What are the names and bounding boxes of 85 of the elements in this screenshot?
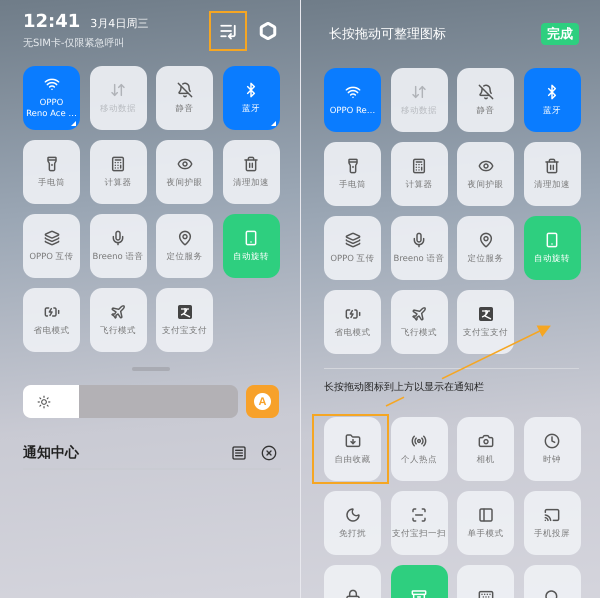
sun-icon — [37, 394, 51, 408]
microphone-icon — [110, 230, 126, 246]
eye-icon — [478, 158, 494, 174]
corner-mark — [270, 121, 276, 126]
quick-tile[interactable]: 静音 — [156, 66, 213, 130]
quick-tile[interactable]: 个人热点 — [390, 417, 448, 481]
quick-tile[interactable]: 相机 — [457, 417, 514, 481]
sort-icon — [219, 22, 237, 40]
location-pin-icon — [478, 232, 494, 248]
airplane-icon — [110, 304, 126, 320]
clock-icon — [544, 432, 560, 448]
quick-tile[interactable]: 蓝牙 — [524, 68, 580, 132]
auto-brightness-button[interactable]: A — [246, 385, 279, 418]
sort-button[interactable] — [209, 11, 247, 51]
quick-tile[interactable]: 免打扰 — [324, 491, 381, 555]
date-text: 3月4日周三 — [90, 16, 148, 30]
hotspot-icon — [411, 432, 427, 448]
one-hand-icon — [478, 506, 494, 522]
quick-tile[interactable]: 省电模式 — [324, 290, 381, 354]
quick-tile[interactable]: 支付宝扫一扫 — [390, 491, 448, 555]
quick-tile[interactable]: 定位服务 — [457, 216, 514, 280]
wifi-icon — [44, 76, 60, 92]
quick-tile[interactable]: 夜间护眼 — [457, 142, 514, 206]
quick-tile[interactable]: 自动旋转 — [222, 214, 280, 278]
quick-tile[interactable]: 飞行模式 — [90, 288, 146, 352]
quick-tile[interactable]: 清理加速 — [222, 140, 280, 204]
phone-icon — [544, 232, 560, 248]
calculator-icon — [110, 156, 126, 172]
layers-icon — [344, 232, 360, 248]
location-pin-icon — [176, 230, 192, 246]
quick-tile[interactable]: 计算器 — [390, 142, 448, 206]
quick-tile[interactable]: Breeno 语音 — [390, 216, 448, 280]
quick-tile[interactable]: OPPO 互传 — [324, 216, 381, 280]
quick-tile[interactable]: 夜间护眼 — [156, 140, 213, 204]
quick-tile[interactable]: 自动旋转 — [524, 216, 580, 280]
settings-icon — [259, 22, 277, 40]
quick-tile[interactable]: 清理加速 — [524, 142, 580, 206]
quick-tile[interactable]: Breeno 语音 — [90, 214, 146, 278]
quick-tile[interactable]: 单手模式 — [457, 491, 514, 555]
quick-tile[interactable]: 手电筒 — [324, 142, 381, 206]
done-button[interactable]: 完成 — [541, 23, 579, 45]
close-icon[interactable] — [261, 445, 277, 461]
quick-tile[interactable]: 飞行模式 — [390, 290, 448, 354]
bell-off-icon — [478, 84, 494, 100]
phone-icon — [243, 230, 259, 246]
trash-icon — [243, 156, 259, 172]
layers-icon — [44, 230, 60, 246]
brightness-slider[interactable] — [23, 385, 238, 418]
quick-tile[interactable]: 蓝牙 — [222, 66, 280, 130]
manage-icon[interactable] — [231, 445, 247, 461]
pay-icon — [176, 304, 192, 320]
quick-tile[interactable]: OPPO Re… — [324, 68, 381, 132]
scan-icon — [411, 506, 427, 522]
hint-text: 长按拖动图标到上方以显示在通知栏 — [324, 380, 485, 395]
quick-tile[interactable]: 定位服务 — [156, 214, 213, 278]
bell-off-icon — [176, 82, 192, 98]
cast-icon — [544, 506, 560, 522]
quick-tile[interactable]: 手电筒 — [23, 140, 80, 204]
folder-icon — [344, 432, 360, 448]
quick-tile[interactable]: 省电模式 — [23, 288, 80, 352]
calculator-icon — [411, 158, 427, 174]
quick-tile[interactable]: 自由收藏 — [324, 417, 381, 481]
pay-icon — [478, 306, 494, 322]
quick-tile[interactable]: 支付宝支付 — [457, 290, 514, 354]
airplane-icon — [411, 306, 427, 322]
quick-tile[interactable]: OPPO 互传 — [23, 214, 80, 278]
quick-tile[interactable]: 手机投屏 — [524, 491, 580, 555]
edit-title: 长按拖动可整理图标 — [329, 26, 446, 43]
quick-tile[interactable]: 时钟 — [524, 417, 580, 481]
corner-mark — [71, 121, 76, 126]
moon-icon — [344, 506, 360, 522]
quick-tile[interactable]: 静音 — [457, 68, 514, 132]
up-down-arrows-icon — [411, 84, 427, 100]
quick-tile[interactable]: OPPO Reno Ace … — [23, 66, 80, 130]
eye-icon — [176, 156, 192, 172]
quick-tile[interactable]: 计算器 — [90, 140, 146, 204]
clock-time: 12:41 — [23, 10, 80, 32]
wifi-icon — [344, 84, 360, 100]
notification-center-title: 通知中心 — [23, 444, 79, 462]
carrier-status: 无SIM卡-仅限紧急呼叫 — [23, 36, 126, 50]
quick-tile[interactable]: 支付宝支付 — [156, 288, 213, 352]
microphone-icon — [411, 232, 427, 248]
camera-icon — [478, 432, 494, 448]
trash-icon — [544, 158, 560, 174]
up-down-arrows-icon — [110, 82, 126, 98]
